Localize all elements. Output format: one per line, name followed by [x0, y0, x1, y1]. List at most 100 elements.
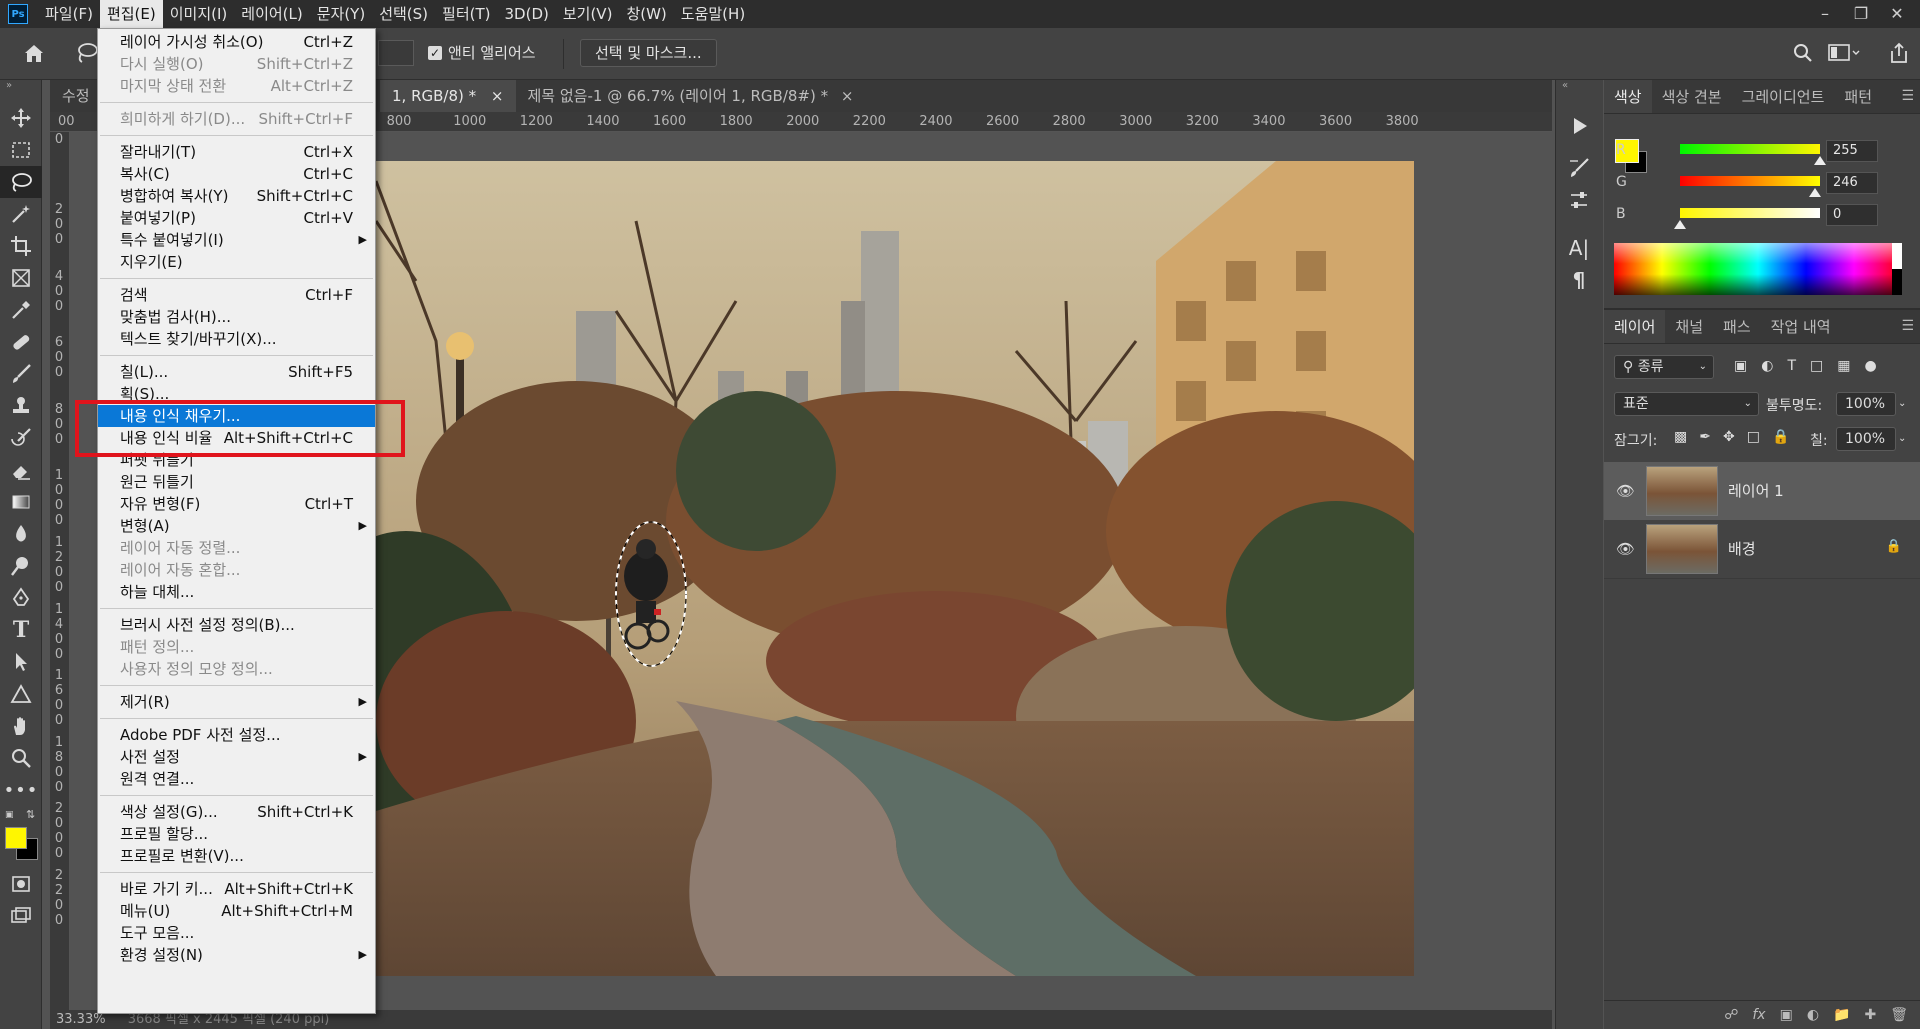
menu-item[interactable]: 편집(E) [99, 0, 163, 28]
edit-menu-item[interactable]: 칠(L)... Shift+F5 [98, 361, 375, 383]
edit-menu-item[interactable]: 색상 설정(G)... Shift+Ctrl+K [98, 801, 375, 823]
menu-item[interactable]: 레이어(L) [234, 0, 309, 28]
fill-input[interactable]: 100% [1836, 427, 1896, 451]
foreground-color-swatch[interactable] [5, 827, 27, 849]
edit-menu-item[interactable]: 프로필 할당... [98, 823, 375, 845]
menu-item[interactable]: 이미지(I) [163, 0, 235, 28]
quick-mask-icon[interactable] [0, 868, 42, 900]
edit-menu-item[interactable]: 지우기(E) [98, 251, 375, 273]
shape-layer-filter-icon[interactable]: □ [1810, 358, 1823, 374]
red-slider[interactable] [1680, 144, 1826, 165]
smart-object-filter-icon[interactable]: ▦ [1837, 358, 1850, 374]
adjustment-layer-icon[interactable]: ◐ [1807, 1007, 1819, 1023]
edit-menu-item[interactable]: 검색 Ctrl+F [98, 284, 375, 306]
edit-menu-item[interactable]: 원근 뒤틀기 [98, 471, 375, 493]
adjustments-icon[interactable] [1556, 184, 1602, 216]
lasso-tool-icon[interactable] [0, 166, 42, 198]
new-layer-icon[interactable]: ✚ [1864, 1007, 1876, 1023]
restore-icon[interactable]: ❐ [1846, 0, 1876, 28]
feather-input[interactable] [378, 40, 414, 66]
lock-image-icon[interactable]: ✒ [1699, 429, 1711, 445]
menu-item[interactable]: 파일(F) [38, 0, 100, 28]
edit-menu-item[interactable]: 잘라내기(T) Ctrl+X [98, 141, 375, 163]
home-icon[interactable] [22, 42, 46, 66]
photo-canvas[interactable] [376, 161, 1414, 976]
eyedropper-tool-icon[interactable] [0, 294, 42, 326]
select-and-mask-button[interactable]: 선택 및 마스크... [580, 39, 717, 67]
edit-menu-item[interactable]: 붙여넣기(P) Ctrl+V [98, 207, 375, 229]
tab-document-2[interactable]: 1, RGB/8) * × [380, 80, 516, 112]
blend-mode-dropdown[interactable]: 표준 ⌄ [1614, 392, 1759, 416]
shape-tool-icon[interactable] [0, 678, 42, 710]
lock-artboard-icon[interactable]: □ [1747, 429, 1760, 445]
type-tool-icon[interactable]: T [0, 614, 42, 646]
menu-item[interactable]: 도움말(H) [674, 0, 752, 28]
workspace-icon[interactable] [1828, 43, 1860, 67]
dodge-tool-icon[interactable] [0, 550, 42, 582]
blue-slider-thumb[interactable] [1674, 220, 1686, 229]
new-group-icon[interactable]: 📁 [1833, 1007, 1850, 1023]
panel-tab[interactable]: 패스 [1713, 310, 1761, 343]
menu-item[interactable]: 창(W) [619, 0, 673, 28]
blur-tool-icon[interactable] [0, 518, 42, 550]
more-tools-icon[interactable]: ••• [0, 774, 42, 806]
green-value-input[interactable]: 246 [1826, 172, 1878, 194]
crop-tool-icon[interactable] [0, 230, 42, 262]
layer-filter-dropdown[interactable]: ⚲ 종류 ⌄ [1614, 355, 1714, 379]
panel-tab[interactable]: 레이어 [1604, 310, 1666, 343]
edit-menu-item[interactable]: 자유 변형(F) Ctrl+T [98, 493, 375, 515]
edit-menu-item[interactable]: 텍스트 찾기/바꾸기(X)... [98, 328, 375, 350]
paragraph-panel-icon[interactable]: ¶ [1556, 264, 1602, 296]
edit-menu-item[interactable]: 원격 연결... [98, 768, 375, 790]
brush-settings-icon[interactable] [1556, 152, 1602, 184]
edit-menu-item[interactable]: 환경 설정(N) ▶ [98, 944, 375, 966]
edit-menu-item[interactable]: 특수 붙여넣기(I) ▶ [98, 229, 375, 251]
layer-row[interactable]: 👁 배경 🔒 [1604, 520, 1920, 578]
panel-menu-icon[interactable]: ☰ [1901, 318, 1914, 334]
menu-item[interactable]: 보기(V) [556, 0, 620, 28]
layer-row[interactable]: 👁 레이어 1 [1604, 462, 1920, 520]
move-tool-icon[interactable] [0, 102, 42, 134]
play-action-icon[interactable] [1556, 110, 1602, 142]
panel-tab[interactable]: 색상 견본 [1652, 80, 1732, 113]
fill-chevron-icon[interactable]: ⌄ [1898, 433, 1906, 444]
edit-menu-item[interactable]: 하늘 대체... [98, 581, 375, 603]
green-slider-thumb[interactable] [1809, 188, 1822, 197]
share-icon[interactable] [1888, 41, 1910, 69]
hand-tool-icon[interactable] [0, 710, 42, 742]
color-swatches[interactable]: ▣ ⇅ [0, 806, 41, 868]
panel-tab[interactable]: 채널 [1665, 310, 1713, 343]
opacity-input[interactable]: 100% [1836, 392, 1896, 416]
screen-mode-icon[interactable] [0, 900, 42, 932]
red-slider-thumb[interactable] [1814, 156, 1826, 165]
frame-tool-icon[interactable] [0, 262, 42, 294]
marquee-tool-icon[interactable] [0, 134, 42, 166]
edit-menu-item[interactable]: 바로 가기 키... Alt+Shift+Ctrl+K [98, 878, 375, 900]
lock-position-icon[interactable]: ✥ [1723, 429, 1735, 445]
panel-tab[interactable]: 그레이디언트 [1732, 80, 1835, 113]
edit-menu-item[interactable]: 맞춤법 검사(H)... [98, 306, 375, 328]
visibility-eye-icon[interactable]: 👁 [1616, 482, 1635, 500]
antialias-checkbox[interactable]: ✓ [428, 46, 442, 60]
blue-value-input[interactable]: 0 [1826, 204, 1878, 226]
filter-toggle-icon[interactable]: ● [1864, 358, 1876, 374]
edit-menu-item[interactable]: 메뉴(U) Alt+Shift+Ctrl+M [98, 900, 375, 922]
panel-tab[interactable]: 작업 내역 [1761, 310, 1841, 343]
character-panel-icon[interactable]: A| [1556, 232, 1602, 264]
pen-tool-icon[interactable] [0, 582, 42, 614]
swap-colors-icon[interactable]: ⇅ [26, 808, 35, 821]
edit-menu-item[interactable]: 복사(C) Ctrl+C [98, 163, 375, 185]
healing-brush-tool-icon[interactable] [0, 326, 42, 358]
link-layers-icon[interactable]: ☍ [1724, 1007, 1738, 1023]
lock-transparent-icon[interactable]: ▩ [1674, 429, 1687, 445]
zoom-level[interactable]: 33.33% [56, 1012, 106, 1027]
type-layer-filter-icon[interactable]: T [1787, 358, 1796, 374]
edit-menu-item[interactable]: 사전 설정 ▶ [98, 746, 375, 768]
collapse-arrows-icon[interactable]: » [0, 80, 41, 102]
adjustment-layer-filter-icon[interactable]: ◐ [1761, 358, 1773, 374]
search-icon[interactable] [1792, 42, 1814, 68]
opacity-chevron-icon[interactable]: ⌄ [1898, 398, 1906, 409]
edit-menu-item[interactable]: 프로필로 변환(V)... [98, 845, 375, 867]
magic-wand-tool-icon[interactable] [0, 198, 42, 230]
collapse-arrows-icon[interactable]: « [1556, 80, 1603, 102]
